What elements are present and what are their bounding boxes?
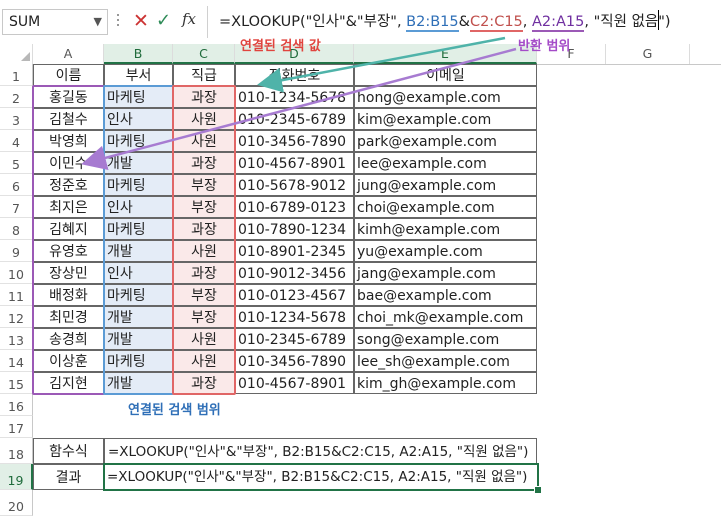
name-box[interactable]: SUM ▼ — [2, 9, 108, 35]
row-header-2[interactable]: 2 — [0, 86, 33, 108]
lookup-range-c-highlight — [172, 85, 236, 395]
row-header-4[interactable]: 4 — [0, 130, 33, 152]
table-cell[interactable]: lee_sh@example.com — [354, 350, 537, 372]
row-header-16[interactable]: 16 — [0, 394, 33, 416]
row-header-18[interactable]: 18 — [0, 438, 33, 464]
table-cell[interactable]: 010-8901-2345 — [235, 240, 354, 262]
table-cell[interactable]: bae@example.com — [354, 284, 537, 306]
formula-label-cell[interactable]: 함수식 — [33, 438, 104, 464]
cancel-icon[interactable]: ✕ — [133, 9, 149, 33]
row-header-20[interactable]: 20 — [0, 490, 33, 516]
row-header-5[interactable]: 5 — [0, 152, 33, 174]
table-cell[interactable]: 010-0123-4567 — [235, 284, 354, 306]
column-header-g[interactable]: G — [606, 44, 690, 64]
result-label-cell[interactable]: 결과 — [33, 464, 104, 490]
table-header-cell[interactable]: 부서 — [104, 64, 173, 86]
column-header-a[interactable]: A — [33, 44, 104, 64]
enter-check-icon[interactable]: ✓ — [156, 9, 171, 33]
insert-function-icon[interactable]: fx — [182, 10, 196, 28]
row-header-7[interactable]: 7 — [0, 196, 33, 218]
formula-bar: SUM ▼ ✕ ✓ fx =XLOOKUP("인사"&"부장", B2:B15&… — [0, 0, 721, 44]
formula-token: C2:C15 — [469, 14, 523, 32]
row-header-17[interactable]: 17 — [0, 416, 33, 438]
column-header-b[interactable]: B — [104, 44, 173, 64]
table-cell[interactable]: 010-1234-5678 — [235, 306, 354, 328]
text-caret — [658, 10, 659, 30]
table-header-cell[interactable]: 이름 — [33, 64, 104, 86]
table-cell[interactable]: 010-3456-7890 — [235, 130, 354, 152]
formula-bar-divider — [207, 6, 208, 38]
table-cell[interactable]: lee@example.com — [354, 152, 537, 174]
table-cell[interactable]: kim@example.com — [354, 108, 537, 130]
row-header-13[interactable]: 13 — [0, 328, 33, 350]
row-header-14[interactable]: 14 — [0, 350, 33, 372]
formula-token: , — [522, 14, 532, 30]
return-range-annotation: 반환 범위 — [518, 39, 571, 54]
row-header-10[interactable]: 10 — [0, 262, 33, 284]
table-cell[interactable]: choi@example.com — [354, 196, 537, 218]
table-cell[interactable]: 010-2345-6789 — [235, 108, 354, 130]
table-cell[interactable]: 010-6789-0123 — [235, 196, 354, 218]
formula-input[interactable]: =XLOOKUP("인사"&"부장", B2:B15&C2:C15, A2:A1… — [219, 10, 671, 32]
formula-token: A2:A15 — [531, 14, 585, 32]
table-cell[interactable]: 010-1234-5678 — [235, 86, 354, 108]
row-header-3[interactable]: 3 — [0, 108, 33, 130]
name-box-value: SUM — [9, 14, 41, 30]
table-cell[interactable]: 010-2345-6789 — [235, 328, 354, 350]
lookup-range-annotation: 연결된 검색 범위 — [128, 403, 221, 418]
column-header-c[interactable]: C — [173, 44, 235, 64]
row-header-11[interactable]: 11 — [0, 284, 33, 306]
lookup-range-b-highlight — [103, 85, 174, 395]
table-cell[interactable]: 010-9012-3456 — [235, 262, 354, 284]
row-header-1[interactable]: 1 — [0, 64, 33, 86]
lookup-value-annotation: 연결된 검색 값 — [240, 39, 321, 54]
chevron-down-icon[interactable]: ▼ — [94, 10, 102, 34]
row-header-12[interactable]: 12 — [0, 306, 33, 328]
row-header-19[interactable]: 19 — [0, 464, 33, 490]
table-cell[interactable]: yu@example.com — [354, 240, 537, 262]
select-all-button[interactable] — [0, 44, 33, 64]
spreadsheet-grid[interactable]: ABCDEFG 1 2 3 4 5 6 7 8 9 10 11 12 13 14 15 16 17 18 19 20 … — [0, 44, 721, 530]
table-cell[interactable]: kim_gh@example.com — [354, 372, 537, 394]
formula-token: B2:B15 — [406, 14, 459, 32]
formula-token: =XLOOKUP("인사"&"부장", — [219, 14, 407, 30]
table-header-cell[interactable]: 이메일 — [354, 64, 537, 86]
table-cell[interactable]: park@example.com — [354, 130, 537, 152]
formula-text-cell[interactable]: =XLOOKUP("인사"&"부장", B2:B15&C2:C15, A2:A1… — [104, 438, 537, 464]
table-cell[interactable]: song@example.com — [354, 328, 537, 350]
table-header-cell[interactable]: 직급 — [173, 64, 235, 86]
fill-handle[interactable] — [534, 486, 542, 494]
table-cell[interactable]: jang@example.com — [354, 262, 537, 284]
table-cell[interactable]: 010-4567-8901 — [235, 372, 354, 394]
return-range-highlight — [32, 85, 105, 395]
more-options-icon[interactable] — [117, 14, 120, 30]
table-cell[interactable]: hong@example.com — [354, 86, 537, 108]
active-cell-border — [103, 463, 539, 491]
formula-token: & — [458, 14, 470, 30]
row-header-8[interactable]: 8 — [0, 218, 33, 240]
table-cell[interactable]: 010-5678-9012 — [235, 174, 354, 196]
table-cell[interactable]: 010-4567-8901 — [235, 152, 354, 174]
table-cell[interactable]: 010-3456-7890 — [235, 350, 354, 372]
table-cell[interactable]: 010-7890-1234 — [235, 218, 354, 240]
table-cell[interactable]: jung@example.com — [354, 174, 537, 196]
row-header-9[interactable]: 9 — [0, 240, 33, 262]
row-header-15[interactable]: 15 — [0, 372, 33, 394]
table-cell[interactable]: kimh@example.com — [354, 218, 537, 240]
row-header-6[interactable]: 6 — [0, 174, 33, 196]
column-header-e[interactable]: E — [354, 44, 537, 64]
table-cell[interactable]: choi_mk@example.com — [354, 306, 537, 328]
table-header-cell[interactable]: 전화번호 — [235, 64, 354, 86]
